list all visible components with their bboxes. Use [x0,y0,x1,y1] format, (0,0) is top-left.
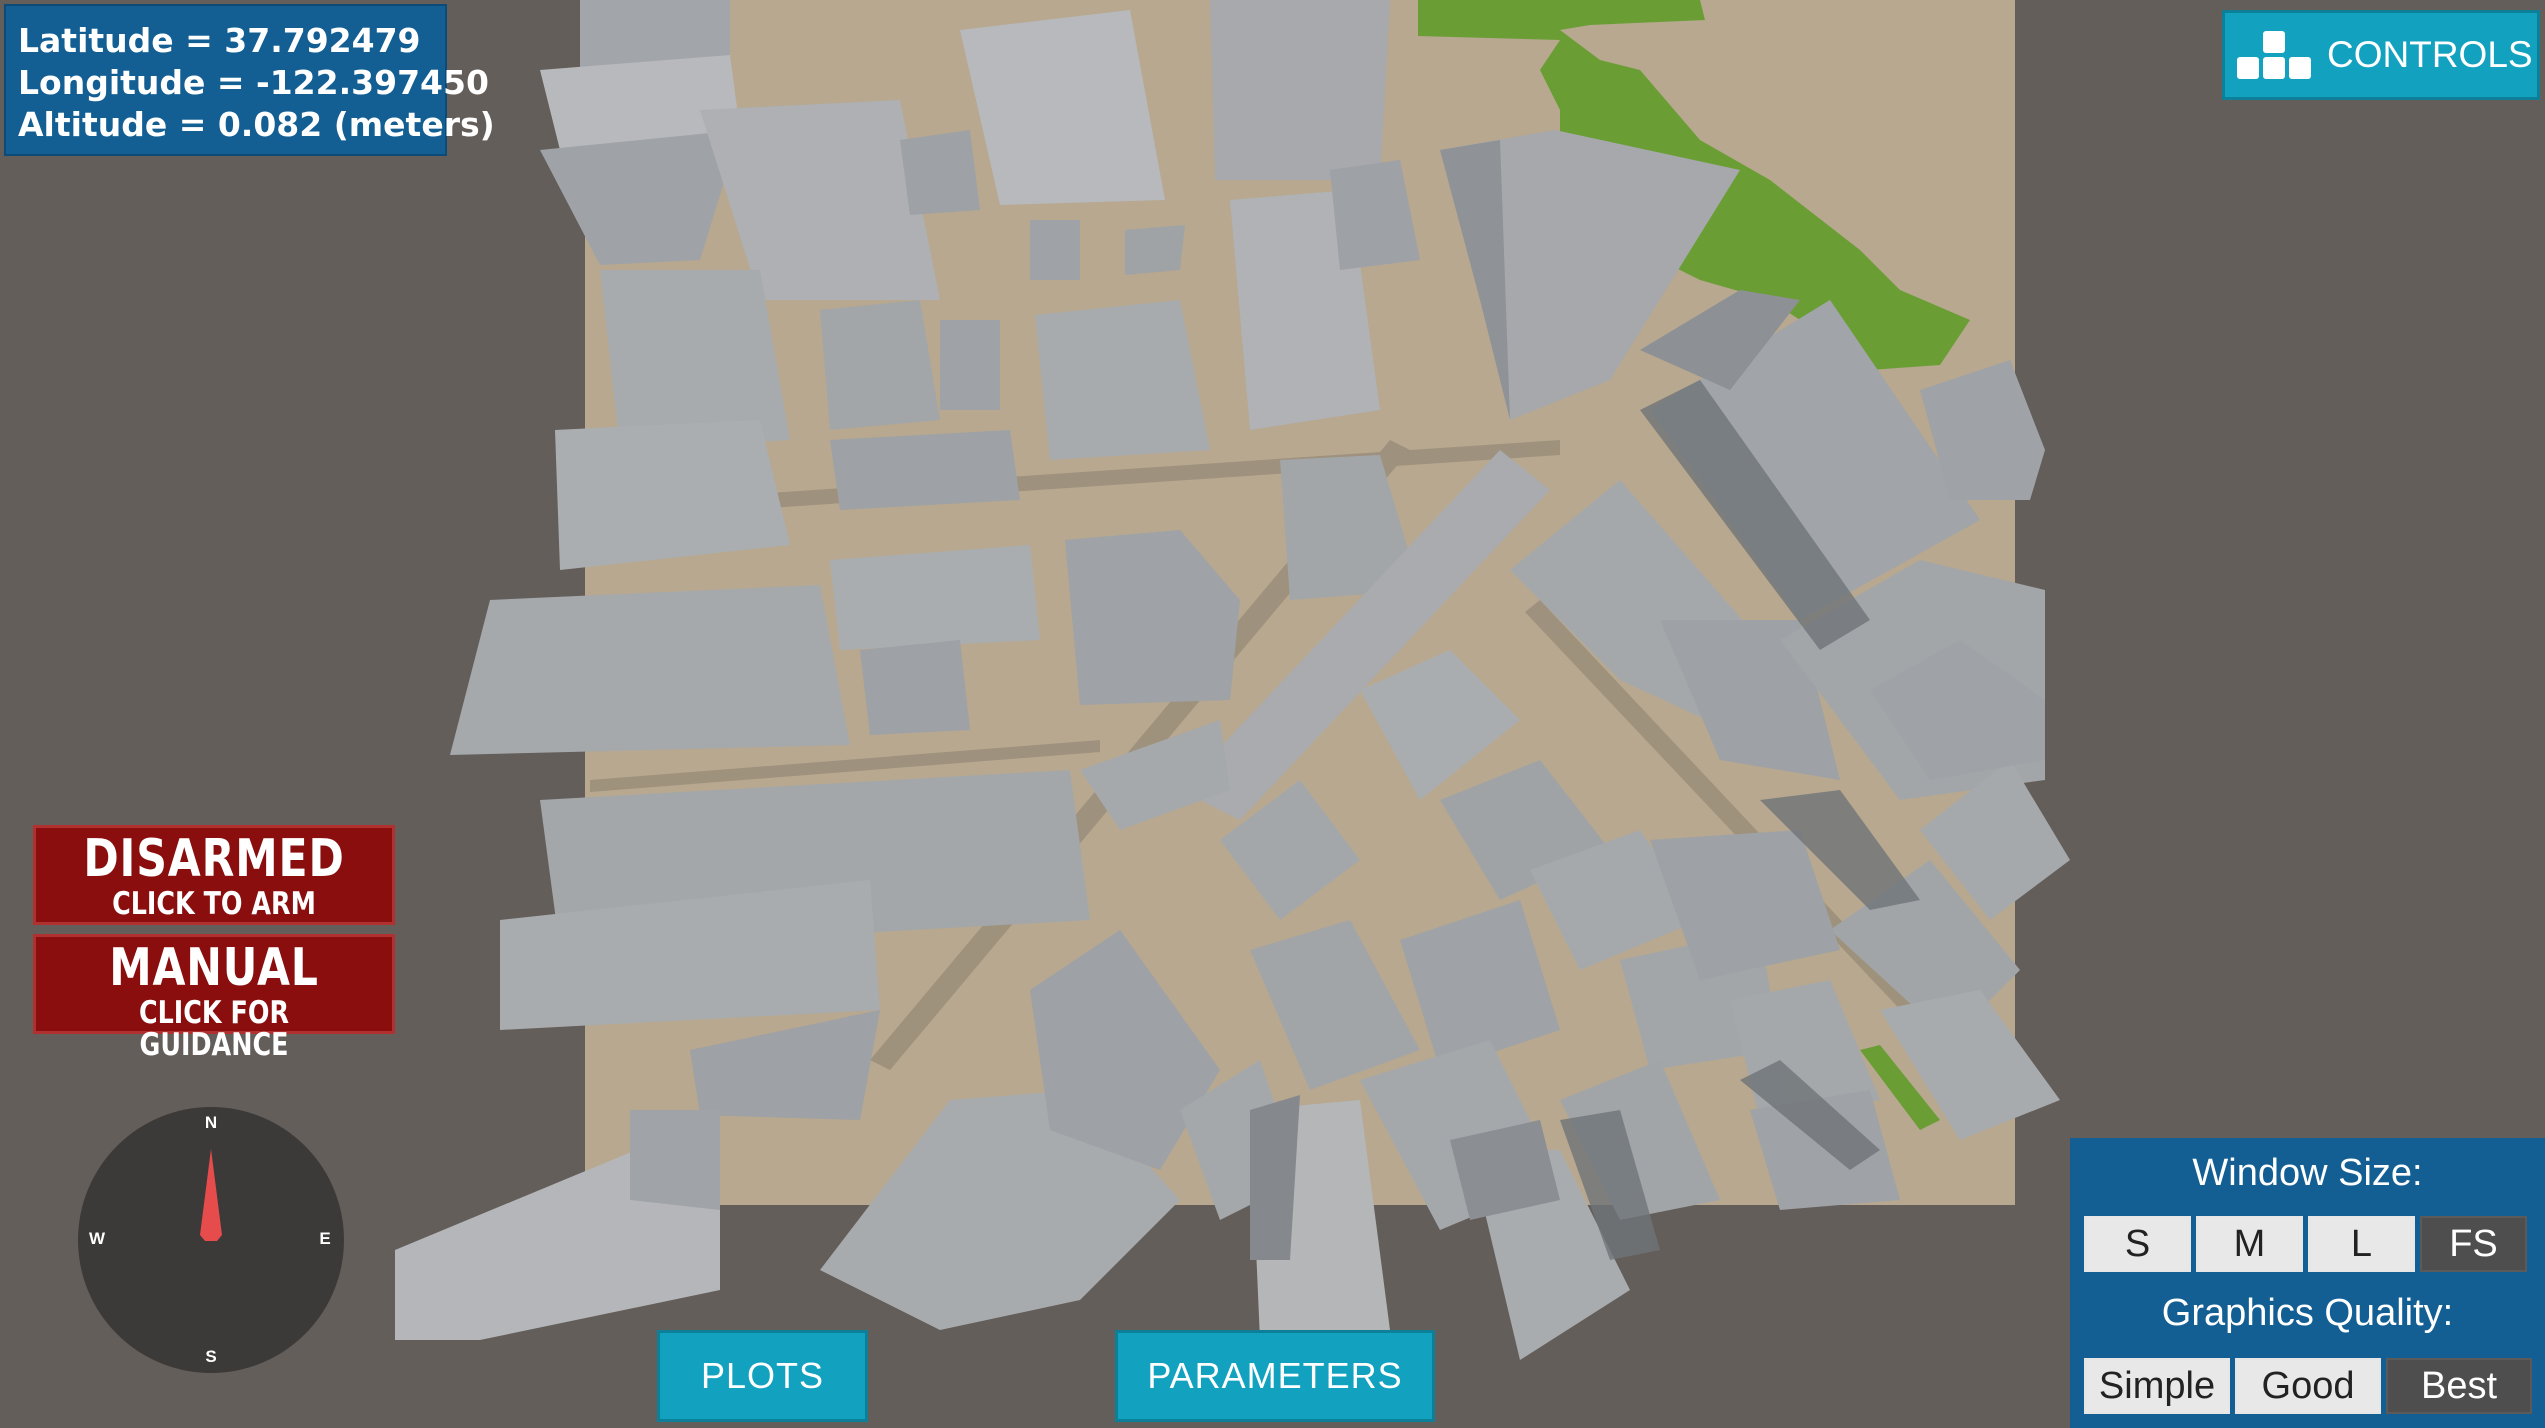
window-size-m-button[interactable]: M [2196,1216,2303,1272]
display-settings-panel: Window Size: S M L FS Graphics Quality: … [2070,1138,2545,1428]
altitude-readout: Altitude = 0.082 (meters) [18,105,495,144]
compass: N S W E [78,1107,344,1373]
arm-button[interactable]: DISARMED CLICK TO ARM [33,825,395,925]
graphics-good-button[interactable]: Good [2235,1358,2381,1414]
plots-button-label: PLOTS [700,1355,825,1396]
longitude-readout: Longitude = -122.397450 [18,63,489,102]
parameters-button-label: PARAMETERS [1147,1355,1403,1396]
window-size-fs-button[interactable]: FS [2420,1216,2527,1272]
arm-action-label: CLICK TO ARM [112,886,316,922]
window-size-l-label: L [2350,1222,2373,1265]
telemetry-panel: Latitude = 37.792479 Longitude = -122.39… [4,4,495,156]
blocks-icon [2235,29,2313,81]
window-size-l-button[interactable]: L [2308,1216,2415,1272]
graphics-good-label: Good [2261,1364,2355,1407]
compass-needle-icon [200,1149,222,1241]
window-size-s-button[interactable]: S [2084,1216,2191,1272]
window-size-s-label: S [2124,1222,2151,1265]
graphics-best-label: Best [2420,1364,2498,1407]
flight-mode-button[interactable]: MANUAL CLICK FOR GUIDANCE [33,934,395,1061]
graphics-quality-title: Graphics Quality: [2161,1292,2454,1334]
graphics-simple-button[interactable]: Simple [2084,1358,2230,1414]
controls-button-label: CONTROLS [2327,34,2533,75]
window-size-m-label: M [2233,1222,2266,1265]
mode-status-label: MANUAL [109,938,319,998]
plots-button[interactable]: PLOTS [657,1330,868,1422]
parameters-button[interactable]: PARAMETERS [1115,1330,1435,1422]
controls-button[interactable]: CONTROLS [2222,10,2540,100]
latitude-readout: Latitude = 37.792479 [18,21,421,60]
window-size-fs-label: FS [2449,1222,2498,1265]
graphics-best-button[interactable]: Best [2386,1358,2532,1414]
arm-status-label: DISARMED [83,829,345,889]
window-size-title: Window Size: [2192,1152,2423,1194]
graphics-simple-label: Simple [2098,1364,2216,1407]
mode-action-label: CLICK FOR GUIDANCE [138,995,290,1063]
